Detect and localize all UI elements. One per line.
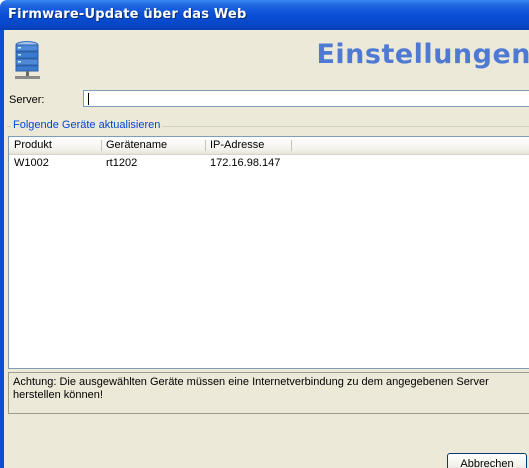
warning-message: Achtung: Die ausgewählten Geräte müssen … <box>8 372 529 414</box>
column-header-geraetename[interactable]: Gerätename <box>101 137 205 154</box>
server-icon <box>15 41 40 79</box>
text-caret <box>88 93 89 105</box>
device-list[interactable]: Produkt Gerätename IP-Adresse W1002 rt12… <box>8 136 529 369</box>
table-row[interactable]: W1002 rt1202 172.16.98.147 <box>9 156 529 170</box>
cancel-button[interactable]: Abbrechen <box>447 453 527 468</box>
cell-geraetename: rt1202 <box>106 157 138 169</box>
column-header-ip-adresse[interactable]: IP-Adresse <box>205 137 291 154</box>
list-header: Produkt Gerätename IP-Adresse <box>9 137 529 155</box>
cell-ip-adresse: 172.16.98.147 <box>210 157 281 169</box>
cell-produkt: W1002 <box>14 157 49 169</box>
title-bar[interactable]: Firmware-Update über das Web <box>0 0 529 30</box>
firmware-update-window: Firmware-Update über das Web Einstellung… <box>0 0 529 468</box>
column-header-produkt[interactable]: Produkt <box>9 137 101 154</box>
column-separator[interactable] <box>291 140 292 151</box>
server-label: Server: <box>9 94 45 106</box>
window-title: Firmware-Update über das Web <box>8 7 247 22</box>
server-input[interactable] <box>83 90 529 107</box>
dialog-client-area: Einstellungen Server: Folgende Geräte ak… <box>4 30 529 468</box>
page-title: Einstellungen <box>316 39 529 70</box>
group-legend: Folgende Geräte aktualisieren <box>11 119 163 131</box>
